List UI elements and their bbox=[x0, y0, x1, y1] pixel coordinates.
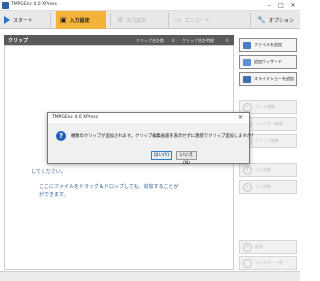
move-up-button[interactable]: ↑ 上に移動 bbox=[239, 163, 297, 177]
dialog-title: TMPGEnc 4.0 XPress bbox=[52, 115, 98, 120]
no-button[interactable]: いいえ(N) bbox=[176, 151, 197, 166]
app-logo-icon bbox=[2, 2, 9, 9]
toolbar-divider bbox=[250, 13, 251, 27]
encode-button[interactable]: ▭ エンコード bbox=[171, 11, 225, 29]
clip-input-icon: ▣ bbox=[60, 16, 67, 24]
dialog-message: 複数のクリップが追加されます。クリップ編集画面を表示せずに連続でクリップ追加しま… bbox=[71, 134, 256, 139]
add-slideshow-label: スライドショーを追加 bbox=[254, 76, 294, 81]
move-down-button[interactable]: ↓ 下に移動 bbox=[239, 180, 297, 194]
options-label: オプション bbox=[268, 17, 294, 24]
add-slideshow-button[interactable]: スライドショーを追加 bbox=[239, 72, 297, 86]
arrow-down-icon: ↓ bbox=[243, 182, 252, 192]
hint-line-2: ここにファイルをドラッグ＆ドロップしても、追加することが bbox=[39, 184, 179, 190]
close-window-button[interactable]: ✕ bbox=[288, 1, 298, 10]
maximize-button[interactable]: □ bbox=[276, 1, 286, 10]
status-bar bbox=[0, 271, 300, 281]
clip-edit-label: クリップ編集 bbox=[255, 138, 279, 143]
output-settings-button[interactable]: ⚙ 出力設定 bbox=[113, 11, 165, 29]
confirm-dialog: TMPGEnc 4.0 XPress ✕ ? 複数のクリップが追加されます。クリ… bbox=[47, 112, 256, 166]
start-button[interactable]: スタート bbox=[0, 11, 48, 29]
window-titlebar: TMPGEnc 4.0 XPress – □ ✕ bbox=[0, 0, 300, 11]
toolbar-divider bbox=[168, 13, 169, 27]
minimize-button[interactable]: – bbox=[264, 1, 274, 10]
arrow-up-icon: ↑ bbox=[243, 165, 252, 175]
slideshow-icon bbox=[243, 75, 251, 83]
main-toolbar: スタート ▣ 入力設定 ⚙ 出力設定 ▭ エンコード 🔧 オプション bbox=[0, 11, 300, 29]
add-wizard-button[interactable]: 追加ウィザード bbox=[239, 55, 297, 69]
move-down-label: 下に移動 bbox=[255, 184, 271, 189]
delete-icon: × bbox=[243, 242, 252, 252]
filter-list-button[interactable]: フィルター一覧 bbox=[239, 256, 297, 270]
gear-icon: ⚙ bbox=[117, 16, 124, 24]
clip-total-time-label: クリップ合計時間 bbox=[182, 37, 214, 43]
list-icon bbox=[243, 258, 252, 268]
hint-line-1: してください。 bbox=[31, 169, 66, 175]
add-wizard-label: 追加ウィザード bbox=[254, 59, 282, 64]
filter-list-label: フィルター一覧 bbox=[255, 260, 283, 265]
wizard-icon bbox=[243, 58, 251, 66]
delete-label: 削除 bbox=[255, 244, 263, 249]
add-file-icon bbox=[243, 41, 251, 49]
encode-icon: ▭ bbox=[175, 16, 182, 24]
play-icon bbox=[4, 16, 10, 24]
dialog-titlebar: TMPGEnc 4.0 XPress ✕ bbox=[48, 113, 249, 123]
clip-total-count-label: クリップ合計数 bbox=[136, 37, 164, 43]
input-settings-label: 入力設定 bbox=[69, 17, 90, 24]
move-up-label: 上に移動 bbox=[255, 167, 271, 172]
clip-panel-header: クリップ クリップ合計数 0 クリップ合計時間 0 bbox=[4, 35, 234, 45]
add-file-button[interactable]: ファイルを追加 bbox=[239, 38, 297, 52]
start-label: スタート bbox=[13, 17, 34, 24]
yes-button[interactable]: はい(Y) bbox=[151, 151, 172, 160]
input-settings-button[interactable]: ▣ 入力設定 bbox=[56, 11, 106, 29]
toolbar-divider bbox=[110, 13, 111, 27]
dialog-close-button[interactable]: ✕ bbox=[238, 114, 243, 121]
clip-total-count: 0 bbox=[172, 37, 175, 43]
toolbar-divider bbox=[50, 13, 51, 27]
scissors-icon: ✂ bbox=[243, 102, 252, 112]
clip-panel-title: クリップ bbox=[8, 38, 29, 44]
question-icon: ? bbox=[56, 131, 66, 141]
output-settings-label: 出力設定 bbox=[126, 17, 147, 24]
hint-line-3: ができます。 bbox=[39, 192, 69, 198]
encode-label: エンコード bbox=[184, 17, 210, 24]
options-button[interactable]: 🔧 オプション bbox=[253, 11, 300, 29]
wrench-icon: 🔧 bbox=[257, 16, 266, 24]
delete-button[interactable]: × 削除 bbox=[239, 240, 297, 254]
filter-edit-label: フィルター編集 bbox=[255, 121, 283, 126]
clip-total-time: 0 bbox=[226, 37, 229, 43]
cut-edit-label: カット編集 bbox=[255, 104, 275, 109]
window-title: TMPGEnc 4.0 XPress bbox=[11, 2, 57, 7]
add-file-label: ファイルを追加 bbox=[254, 42, 282, 47]
